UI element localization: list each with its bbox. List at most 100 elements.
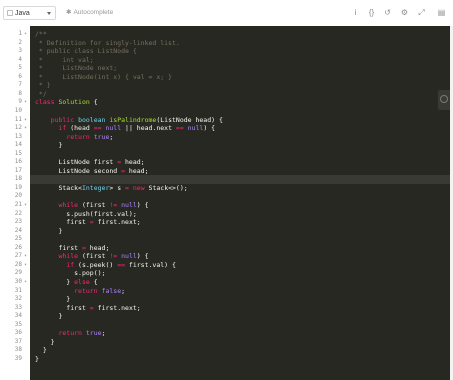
code-line[interactable]: if (head == null || head.next == null) { [35,124,215,133]
fold-toggle-icon[interactable]: ▾ [24,261,27,270]
fold-toggle-icon[interactable]: ▾ [24,116,27,125]
code-line[interactable]: while (first != null) { [35,252,148,261]
code-line[interactable]: ListNode first = head; [35,158,144,167]
code-line[interactable]: } else { [35,278,97,287]
code-token: } [35,337,55,346]
language-checkbox[interactable] [7,10,13,16]
code-line[interactable]: } [35,346,47,355]
braces-icon[interactable]: {} [366,7,377,18]
code-line[interactable]: /** [35,30,47,39]
code-token: * int val; [35,55,94,64]
settings-icon[interactable]: ⚙ [399,7,410,18]
code-line[interactable]: if (s.peek() == first.val) { [35,261,176,270]
code-token: == [93,124,102,133]
code-line[interactable]: * ListNode(int x) { val = x; } [35,73,172,82]
code-token: class [35,98,59,107]
code-token: ; [121,286,126,295]
active-line-highlight [30,175,450,184]
code-token: /** [35,30,47,38]
code-line[interactable]: class Solution { [35,98,98,107]
code-line[interactable]: * Definition for singly-linked list. [35,39,180,48]
code-token: } [35,141,63,150]
fold-toggle-icon[interactable]: ▾ [24,98,27,107]
code-line[interactable]: } [35,141,62,150]
code-token: head; [125,166,149,175]
code-line[interactable]: public boolean isPalindrome(ListNode hea… [35,116,223,125]
code-line[interactable]: return true; [35,133,113,142]
code-line[interactable]: first = first.next; [35,304,140,313]
code-token: false [101,286,122,295]
code-line[interactable]: while (first != null) { [35,201,148,210]
code-line[interactable]: s.pop(); [35,269,105,278]
line-number: 34 [14,312,22,320]
code-token: while [58,201,79,209]
fold-toggle-icon[interactable]: ▾ [24,278,27,287]
line-number: 20 [14,192,22,200]
code-line[interactable]: Stack<Integer> s = new Stack<>(); [35,183,187,193]
code-line[interactable]: return false; [35,287,125,296]
code-line[interactable]: } [35,295,70,304]
code-token: null [121,252,137,261]
code-token: return [74,286,102,295]
code-token: } [35,312,63,321]
code-token: (first [78,252,110,261]
fullscreen-icon[interactable]: ⤢ [416,7,427,18]
line-number: 24 [14,226,22,234]
reset-icon[interactable]: ↺ [382,7,393,18]
fold-toggle-icon[interactable]: ▾ [24,252,27,261]
line-number: 23 [14,218,22,226]
code-line[interactable]: } [35,227,62,236]
code-token: true [85,329,102,338]
code-line[interactable]: first = head; [35,244,109,253]
clock-icon [440,95,448,103]
code-line[interactable]: ListNode second = head; [35,166,149,176]
autocomplete-toggle[interactable]: ✱ Autocomplete [66,8,113,17]
line-number: 25 [14,235,22,243]
line-number: 19 [14,183,22,191]
code-line[interactable]: * } [35,81,51,90]
code-token: ListNode first [35,158,118,167]
code-line[interactable]: s.push(first.val); [35,210,136,219]
code-token: null [105,124,122,133]
line-number: 21 [14,201,22,208]
code-token: } [35,295,71,304]
side-panel-tab[interactable] [438,90,450,110]
code-line[interactable]: */ [35,90,47,99]
autocomplete-label: Autocomplete [73,9,114,16]
code-token: ) { [203,124,216,133]
fold-toggle-icon[interactable]: ▾ [24,124,27,133]
code-line[interactable]: } [35,312,62,321]
code-line[interactable]: * ListNode next; [35,64,117,73]
line-number: 18 [14,175,22,183]
code-token: > s [109,183,126,192]
code-line[interactable]: first = first.next; [35,218,141,227]
line-number: 12 [14,124,22,132]
code-token: first [35,243,82,252]
fold-toggle-icon[interactable]: ▾ [24,201,27,210]
menu-icon[interactable]: ▤ [436,7,447,18]
code-line[interactable]: } [35,338,55,347]
line-number: 26 [14,243,22,251]
code-token: first.next; [93,218,141,227]
code-line[interactable]: * public class ListNode { [35,47,137,56]
code-token: ListNode second [35,166,122,175]
fold-toggle-icon[interactable]: ▾ [24,30,27,39]
line-number: 28 [14,260,22,268]
code-token: || head.next [121,124,176,133]
info-icon[interactable]: i [350,7,361,18]
code-token: public [50,115,79,124]
code-token: * ListNode next; [35,64,118,73]
line-number: 29 [14,269,22,277]
code-token: } [35,226,63,235]
code-token: (head [66,124,94,133]
code-line[interactable]: * int val; [35,56,94,65]
language-select[interactable]: Java [3,6,56,20]
code-token: true [93,132,110,141]
code-line[interactable]: } [35,355,39,364]
chevron-down-icon [47,12,51,15]
code-line[interactable]: return true; [35,329,105,338]
